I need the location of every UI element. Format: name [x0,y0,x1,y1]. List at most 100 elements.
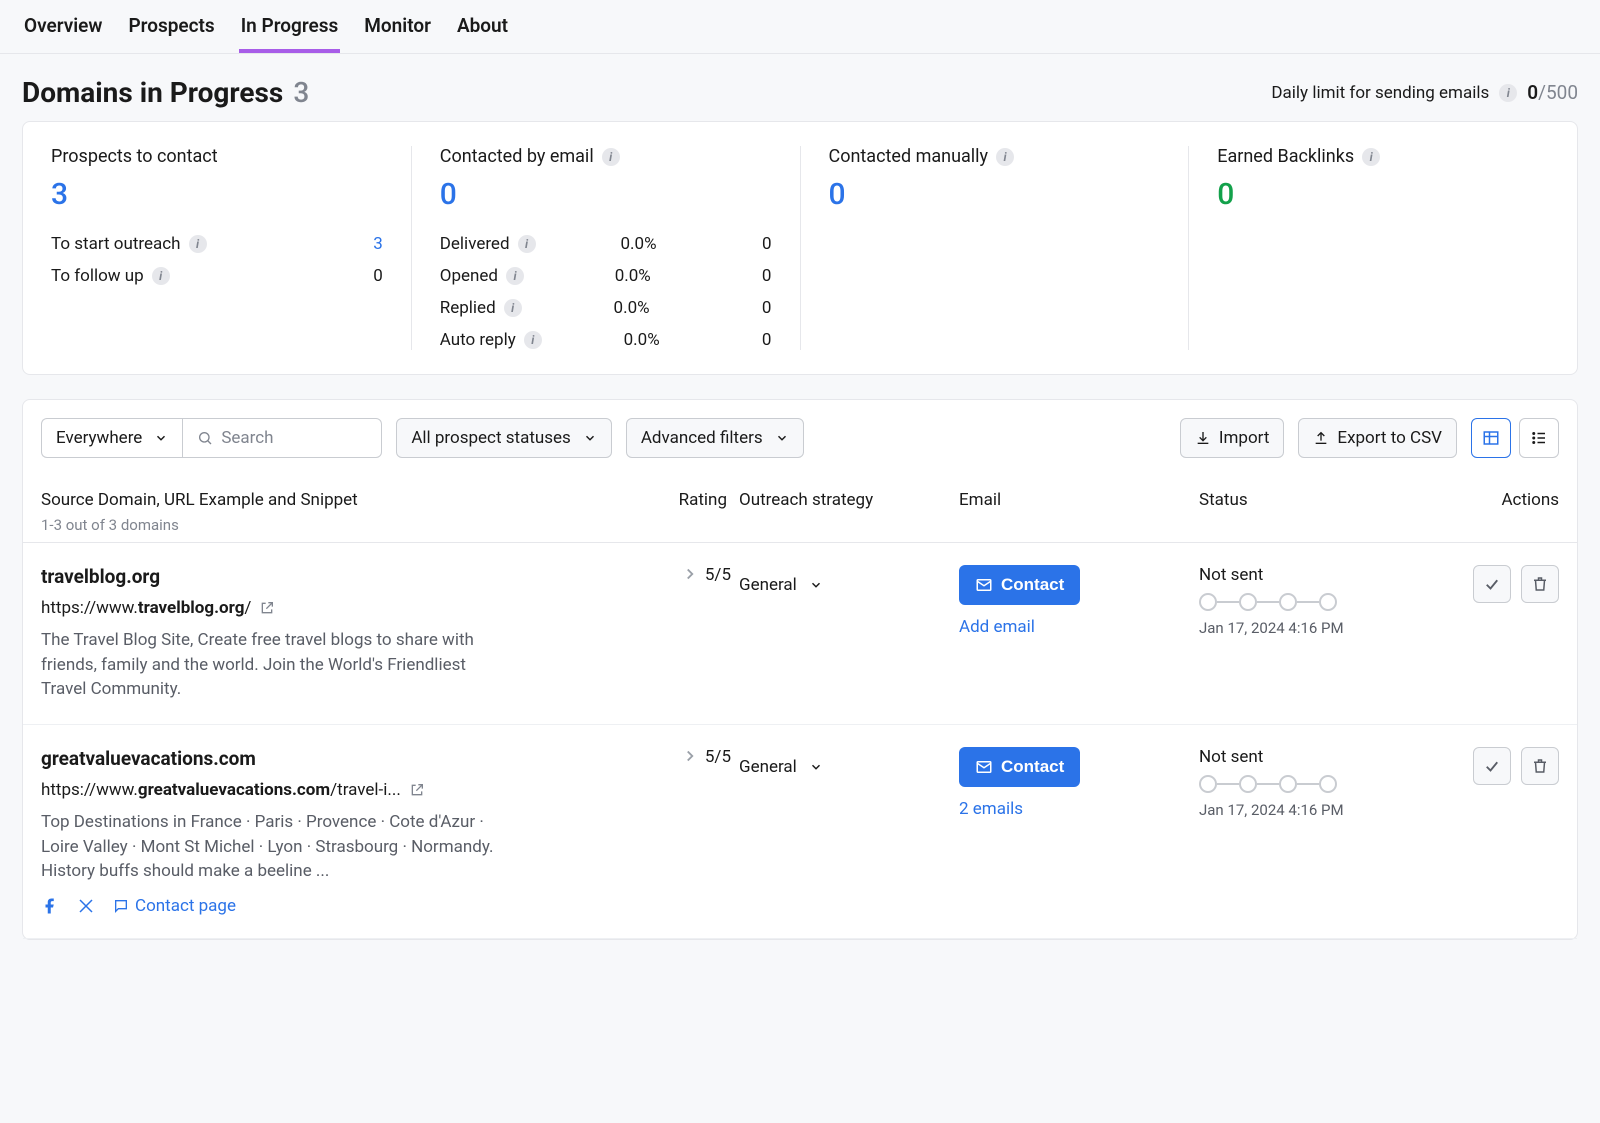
info-icon[interactable]: i [1499,84,1517,102]
search-icon [197,430,213,446]
row-start-outreach: To start outreachi 3 [51,234,383,254]
tab-about[interactable]: About [455,0,510,53]
info-icon[interactable]: i [996,148,1014,166]
tab-monitor[interactable]: Monitor [362,0,433,53]
table-toolbar: Everywhere Search All prospect statuses … [23,400,1577,476]
view-list-button[interactable] [1519,418,1559,458]
info-icon[interactable]: i [1362,148,1380,166]
mail-icon [975,758,993,776]
contact-button[interactable]: Contact [959,565,1080,605]
table-row: travelblog.org https://www.travelblog.or… [23,543,1577,725]
delete-button[interactable] [1521,565,1559,603]
page-title: Domains in Progress 3 [22,76,309,109]
approve-button[interactable] [1473,565,1511,603]
row-snippet: The Travel Blog Site, Create free travel… [41,628,501,702]
row-snippet: Top Destinations in France · Paris · Pro… [41,810,501,884]
row-domain[interactable]: travelblog.org [41,565,619,588]
contact-button[interactable]: Contact [959,747,1080,787]
info-icon[interactable]: i [524,331,542,349]
card-email: Contacted by emaili 0 Deliveredi0.0%0 Op… [412,146,801,350]
row-followup-count: 0 [353,266,383,286]
info-icon[interactable]: i [602,148,620,166]
status-label: Not sent [1199,565,1439,585]
row-domain[interactable]: greatvaluevacations.com [41,747,619,770]
row-rating: 5/5 [705,565,731,585]
page-header: Domains in Progress 3 Daily limit for se… [0,54,1600,121]
comment-icon [113,898,129,914]
row-followup: To follow upi 0 [51,266,383,286]
advanced-filters[interactable]: Advanced filters [626,418,804,458]
delete-button[interactable] [1521,747,1559,785]
external-link-icon[interactable] [409,782,425,798]
th-status: Status [1199,490,1439,510]
status-steps [1199,775,1439,793]
download-icon [1195,430,1211,446]
status-date: Jan 17, 2024 4:16 PM [1199,801,1439,819]
external-link-icon[interactable] [259,600,275,616]
table-icon [1482,429,1500,447]
th-email: Email [959,490,1199,510]
import-button[interactable]: Import [1180,418,1285,458]
card-manual: Contacted manuallyi 0 [801,146,1190,350]
daily-limit-max: /500 [1538,81,1578,104]
status-steps [1199,593,1439,611]
list-icon [1530,429,1548,447]
chevron-down-icon [809,760,823,774]
info-icon[interactable]: i [189,235,207,253]
page-title-count: 3 [293,76,309,109]
card-prospects: Prospects to contact 3 To start outreach… [23,146,412,350]
chevron-down-icon [809,578,823,592]
info-icon[interactable]: i [518,235,536,253]
strategy-select[interactable]: General [739,747,823,787]
status-date: Jan 17, 2024 4:16 PM [1199,619,1439,637]
export-button[interactable]: Export to CSV [1298,418,1457,458]
table: Everywhere Search All prospect statuses … [22,399,1578,940]
chevron-right-icon[interactable] [681,747,699,765]
status-filter[interactable]: All prospect statuses [396,418,612,458]
page-title-text: Domains in Progress [22,76,283,109]
approve-button[interactable] [1473,747,1511,785]
check-icon [1483,575,1501,593]
th-actions: Actions [1439,490,1559,510]
facebook-icon[interactable] [41,897,59,915]
row-url[interactable]: https://www.greatvaluevacations.com/trav… [41,780,619,800]
check-icon [1483,757,1501,775]
card-email-value[interactable]: 0 [440,177,772,212]
tab-inprogress[interactable]: In Progress [239,0,341,53]
status-label: Not sent [1199,747,1439,767]
stats-row: Prospects to contact 3 To start outreach… [22,121,1578,375]
table-subhead: 1-3 out of 3 domains [41,516,1559,534]
card-backlinks: Earned Backlinksi 0 [1189,146,1577,350]
chevron-down-icon [775,431,789,445]
strategy-select[interactable]: General [739,565,823,605]
tab-prospects[interactable]: Prospects [126,0,216,53]
daily-limit-label: Daily limit for sending emails [1271,83,1489,103]
row-start-outreach-count[interactable]: 3 [353,234,383,254]
info-icon[interactable]: i [504,299,522,317]
view-table-button[interactable] [1471,418,1511,458]
chevron-down-icon [583,431,597,445]
contact-page-link[interactable]: Contact page [113,896,236,916]
mail-icon [975,576,993,594]
th-outreach: Outreach strategy [739,490,959,510]
th-source: Source Domain, URL Example and Snippet [41,490,619,510]
info-icon[interactable]: i [506,267,524,285]
top-tabs: Overview Prospects In Progress Monitor A… [0,0,1600,54]
emails-link[interactable]: 2 emails [959,799,1023,819]
chevron-down-icon [154,431,168,445]
card-prospects-title: Prospects to contact [51,146,383,167]
trash-icon [1531,575,1549,593]
add-email-link[interactable]: Add email [959,617,1035,637]
card-prospects-value[interactable]: 3 [51,177,383,212]
scope-select[interactable]: Everywhere [41,418,182,458]
info-icon[interactable]: i [152,267,170,285]
table-row: greatvaluevacations.com https://www.grea… [23,725,1577,939]
card-backlinks-value[interactable]: 0 [1217,177,1549,212]
card-manual-value[interactable]: 0 [829,177,1161,212]
x-twitter-icon[interactable] [77,897,95,915]
daily-limit: Daily limit for sending emails i 0/500 [1271,81,1578,104]
chevron-right-icon[interactable] [681,565,699,583]
search-input[interactable]: Search [182,418,382,458]
row-url[interactable]: https://www.travelblog.org/ [41,598,619,618]
tab-overview[interactable]: Overview [22,0,104,53]
